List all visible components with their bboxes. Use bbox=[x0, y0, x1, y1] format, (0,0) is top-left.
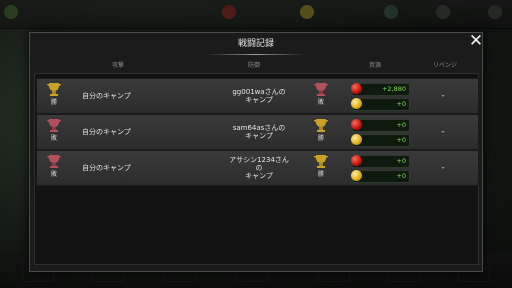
close-x-icon[interactable]: ✕ bbox=[467, 32, 485, 50]
battle-row[interactable]: 敗 自分のキャンプ アサシン1234さん の キャンプ 勝 +0 +0 - bbox=[36, 150, 479, 186]
apple-resource-icon bbox=[222, 5, 236, 19]
battle-row[interactable]: 敗 自分のキャンプ sam64asさんの キャンプ 勝 +0 +0 - bbox=[36, 114, 479, 150]
menu-icon bbox=[488, 5, 502, 19]
column-headers: 攻撃 防御 資源 リベンジ bbox=[30, 60, 482, 72]
result-label: 勝 bbox=[317, 171, 324, 178]
map-icon bbox=[384, 5, 398, 19]
apple-amount: +0 bbox=[396, 157, 406, 165]
revenge-button[interactable]: - bbox=[433, 91, 453, 101]
battle-log-dialog: 戦闘記録 攻撃 防御 資源 リベンジ 勝 自分のキャンプ gg001waさんの … bbox=[29, 32, 483, 272]
resources-gained: +0 +0 bbox=[351, 119, 410, 147]
gold-trophy-icon: 勝 bbox=[313, 118, 329, 146]
battle-log-table: 勝 自分のキャンプ gg001waさんの キャンプ 敗 +2,880 +0 - … bbox=[34, 73, 479, 265]
revenge-button[interactable]: - bbox=[433, 163, 453, 173]
coin-resource-icon bbox=[300, 5, 314, 19]
defender-name: sam64asさんの キャンプ bbox=[232, 124, 286, 140]
column-header-defense: 防御 bbox=[248, 62, 261, 69]
coin-icon bbox=[351, 134, 362, 145]
column-header-resources: 資源 bbox=[369, 62, 382, 69]
coin-icon bbox=[351, 170, 362, 181]
battle-row[interactable]: 勝 自分のキャンプ gg001waさんの キャンプ 敗 +2,880 +0 - bbox=[36, 78, 479, 114]
apple-amount: +0 bbox=[396, 121, 406, 129]
title-divider bbox=[206, 54, 306, 55]
gold-trophy-icon: 勝 bbox=[46, 82, 62, 110]
red-trophy-icon: 敗 bbox=[313, 82, 329, 110]
red-trophy-icon: 敗 bbox=[46, 118, 62, 146]
apple-icon bbox=[351, 83, 362, 94]
resources-gained: +2,880 +0 bbox=[351, 83, 410, 111]
result-label: 敗 bbox=[50, 135, 57, 142]
coin-icon bbox=[351, 98, 362, 109]
top-status-bar bbox=[0, 0, 512, 29]
result-label: 敗 bbox=[317, 99, 324, 106]
result-label: 勝 bbox=[317, 135, 324, 142]
revenge-button[interactable]: - bbox=[433, 127, 453, 137]
player-icon bbox=[4, 5, 18, 19]
gold-trophy-icon: 勝 bbox=[313, 154, 329, 182]
attacker-name: 自分のキャンプ bbox=[82, 128, 131, 136]
coin-amount: +0 bbox=[396, 136, 406, 144]
red-trophy-icon: 敗 bbox=[46, 154, 62, 182]
coin-amount: +0 bbox=[396, 100, 406, 108]
attacker-name: 自分のキャンプ bbox=[82, 164, 131, 172]
apple-icon bbox=[351, 155, 362, 166]
mail-icon bbox=[436, 5, 450, 19]
apple-icon bbox=[351, 119, 362, 130]
defender-name: gg001waさんの キャンプ bbox=[232, 88, 286, 104]
attacker-name: 自分のキャンプ bbox=[82, 92, 131, 100]
column-header-attack: 攻撃 bbox=[112, 62, 125, 69]
column-header-revenge: リベンジ bbox=[433, 62, 458, 69]
apple-amount: +2,880 bbox=[381, 85, 406, 93]
coin-amount: +0 bbox=[396, 172, 406, 180]
result-label: 敗 bbox=[50, 171, 57, 178]
dialog-title: 戦闘記録 bbox=[237, 39, 274, 49]
resources-gained: +0 +0 bbox=[351, 155, 410, 183]
result-label: 勝 bbox=[50, 99, 57, 106]
defender-name: アサシン1234さん の キャンプ bbox=[229, 156, 289, 180]
